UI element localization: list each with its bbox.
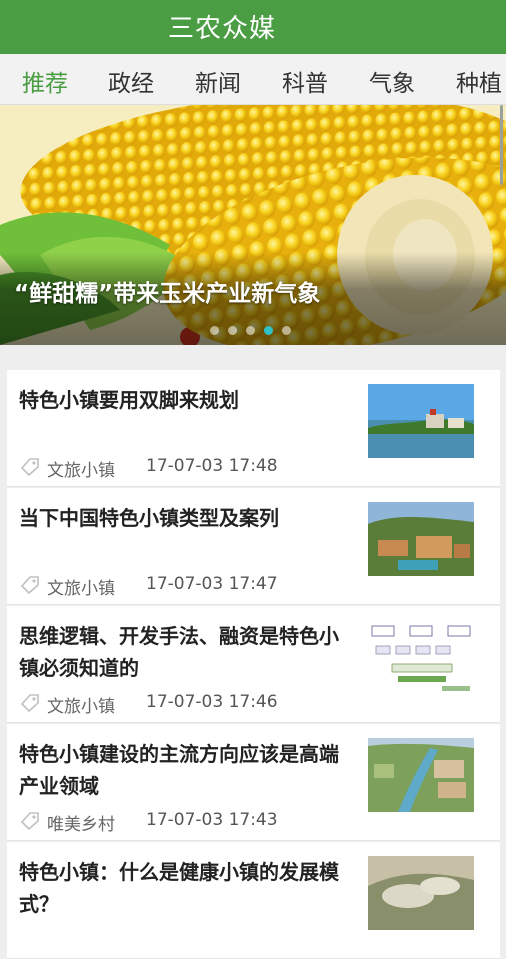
- tag-icon: [21, 576, 39, 594]
- article-title[interactable]: 特色小镇要用双脚来规划: [19, 384, 349, 416]
- article-time: 17-07-03 17:46: [146, 692, 278, 712]
- article-title[interactable]: 特色小镇建设的主流方向应该是高端产业领域: [19, 738, 349, 802]
- article-time: 17-07-03 17:48: [146, 456, 278, 476]
- tab-recommend[interactable]: 推荐: [22, 64, 68, 98]
- article-tag-label: 唯美乡村: [47, 815, 115, 835]
- article-card[interactable]: 特色小镇建设的主流方向应该是高端产业领域 唯美乡村 17-07-03 17:43: [7, 724, 500, 841]
- article-title[interactable]: 当下中国特色小镇类型及案列: [19, 502, 349, 534]
- resort-town-photo[interactable]: [368, 502, 474, 576]
- flowchart-diagram[interactable]: [368, 620, 474, 694]
- tab-weather[interactable]: 气象: [369, 64, 415, 98]
- aerial-town-rendering[interactable]: [368, 738, 474, 812]
- architecture-rendering[interactable]: [368, 856, 474, 930]
- article-time: 17-07-03 17:43: [146, 810, 278, 830]
- scrollbar[interactable]: [500, 105, 503, 185]
- lake-town-photo[interactable]: [368, 384, 474, 458]
- article-card[interactable]: 特色小镇要用双脚来规划 文旅小镇 17-07-03 17:48: [7, 370, 500, 487]
- tab-politics-economy[interactable]: 政经: [108, 64, 154, 98]
- carousel-dot[interactable]: [228, 326, 237, 335]
- carousel-dot[interactable]: [210, 326, 219, 335]
- carousel-dot-active[interactable]: [264, 326, 273, 335]
- carousel-dot[interactable]: [246, 326, 255, 335]
- tab-planting[interactable]: 种植: [456, 64, 502, 98]
- tag-icon: [21, 694, 39, 712]
- category-tabs: 推荐 政经 新闻 科普 气象 种植: [0, 54, 506, 105]
- article-title[interactable]: 思维逻辑、开发手法、融资是特色小镇必须知道的: [19, 620, 349, 684]
- banner-title[interactable]: “鲜甜糯”带来玉米产业新气象: [14, 274, 320, 308]
- tab-science[interactable]: 科普: [282, 64, 328, 98]
- article-tag-label: 文旅小镇: [47, 461, 115, 481]
- carousel-dot[interactable]: [282, 326, 291, 335]
- article-card[interactable]: 思维逻辑、开发手法、融资是特色小镇必须知道的 文旅小镇 17-07-03 17:…: [7, 606, 500, 723]
- app-title: 三农众媒: [168, 14, 277, 44]
- article-tag-label: 文旅小镇: [47, 579, 115, 599]
- article-card[interactable]: 特色小镇：什么是健康小镇的发展模式？: [7, 842, 500, 959]
- tag-icon: [21, 812, 39, 830]
- article-title[interactable]: 特色小镇：什么是健康小镇的发展模式？: [19, 856, 349, 920]
- app-bar: 三农众媒: [0, 0, 506, 54]
- article-tag-label: 文旅小镇: [47, 697, 115, 717]
- tab-news[interactable]: 新闻: [195, 64, 241, 98]
- article-time: 17-07-03 17:47: [146, 574, 278, 594]
- tag-icon: [21, 458, 39, 476]
- article-card[interactable]: 当下中国特色小镇类型及案列 文旅小镇 17-07-03 17:47: [7, 488, 500, 605]
